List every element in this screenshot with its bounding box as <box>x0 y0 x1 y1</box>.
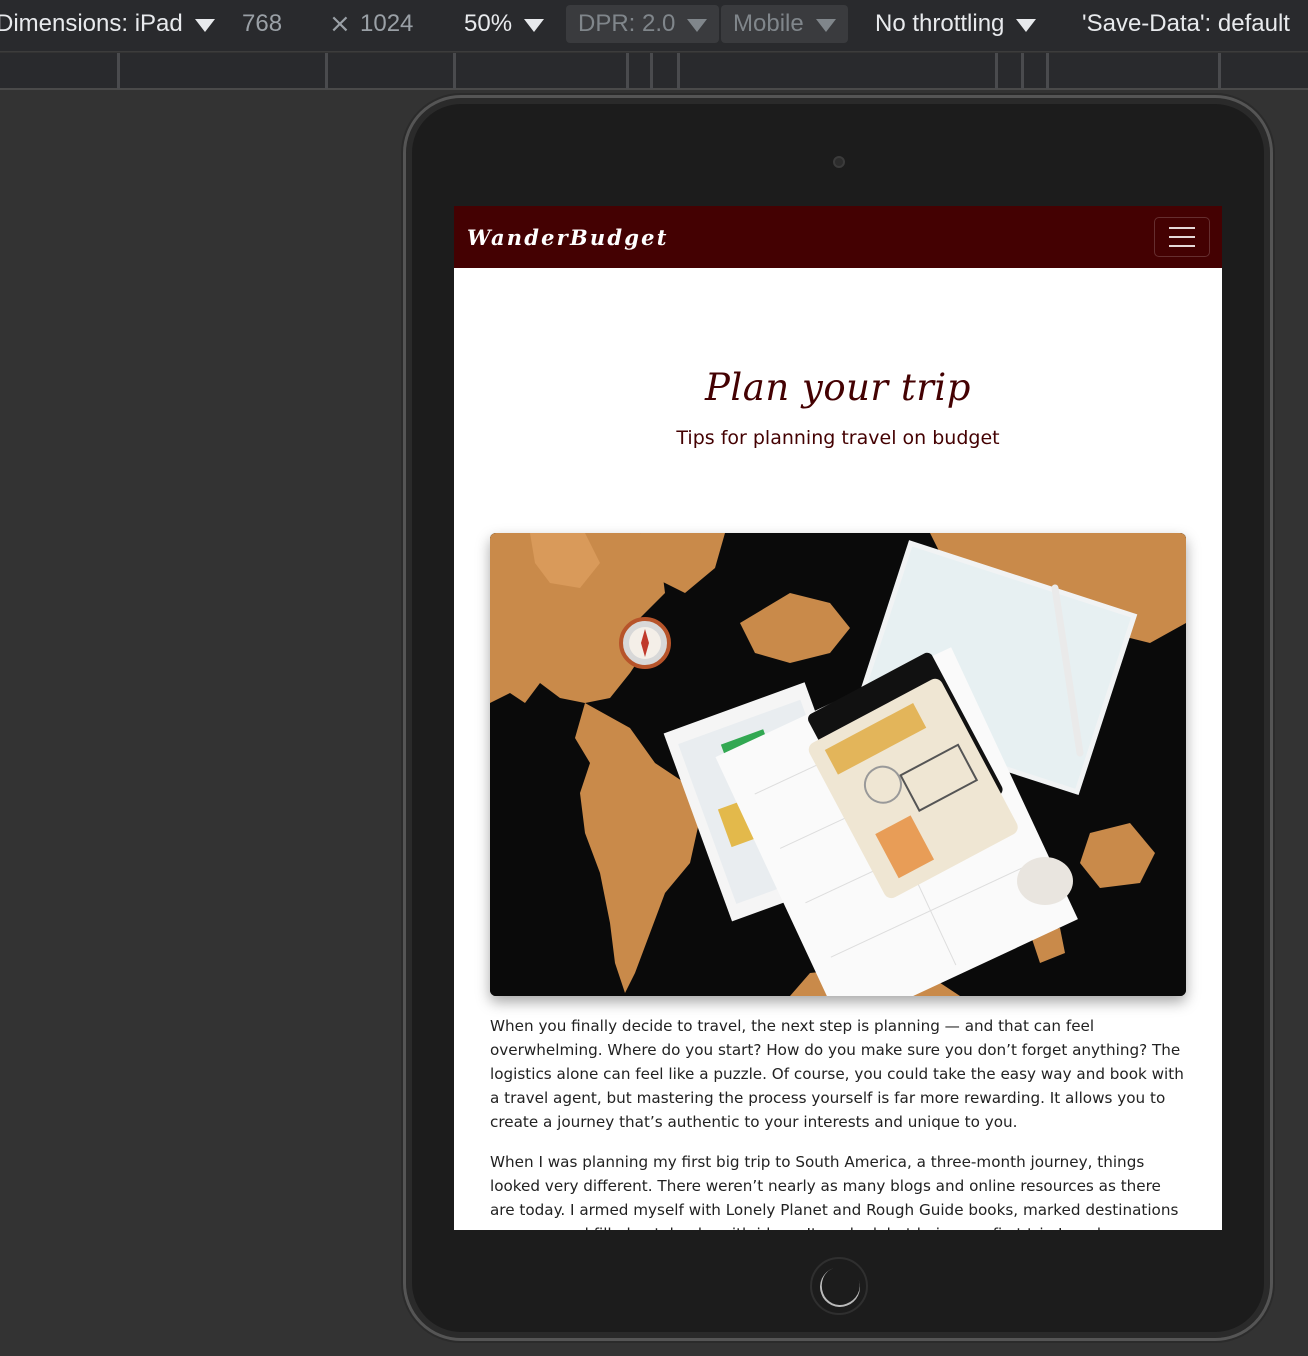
emulated-viewport: WanderBudget Plan your trip Tips for pla… <box>454 206 1222 1230</box>
dpr-dropdown[interactable]: DPR: 2.0 <box>566 5 720 43</box>
zoom-dropdown[interactable]: 50% <box>464 5 545 43</box>
hamburger-line <box>1169 245 1195 247</box>
hero-section: Plan your trip Tips for planning travel … <box>454 268 1222 449</box>
ruler-tick <box>117 53 120 89</box>
travel-planning-photo <box>490 533 1186 996</box>
hamburger-menu-icon <box>1169 227 1195 229</box>
zoom-label: 50% <box>464 10 513 37</box>
hamburger-line <box>1169 236 1195 238</box>
chevron-down-icon <box>194 19 215 32</box>
chevron-down-icon <box>1016 19 1037 32</box>
ruler-tick <box>1218 53 1221 89</box>
device-toolbar: Dimensions: iPad 768 × 1024 50% DPR: 2.0… <box>0 0 1308 52</box>
page-subtitle: Tips for planning travel on budget <box>676 427 1000 449</box>
width-value: 768 <box>242 10 283 37</box>
article-paragraph: When I was planning my first big trip to… <box>490 1153 1179 1230</box>
dimensions-label: Dimensions: iPad <box>0 10 183 37</box>
dpr-label: DPR: 2.0 <box>578 10 676 37</box>
times-icon: × <box>329 5 351 43</box>
article-body: When you finally decide to travel, the n… <box>490 1014 1186 1230</box>
ruler-tick <box>453 53 456 89</box>
world-map-illustration <box>490 533 1186 996</box>
throttling-dropdown[interactable]: No throttling <box>875 5 1037 43</box>
device-type-dropdown[interactable]: Mobile <box>721 5 848 43</box>
site-navbar: WanderBudget <box>454 206 1222 268</box>
height-value: 1024 <box>360 10 414 37</box>
page-title: Plan your trip <box>705 366 971 409</box>
nav-toggle-button[interactable] <box>1154 217 1210 257</box>
article-paragraph: When you finally decide to travel, the n… <box>490 1017 1184 1131</box>
chevron-down-icon <box>524 19 545 32</box>
height-input[interactable]: 1024 <box>360 5 413 43</box>
ruler-tick <box>325 53 328 89</box>
dimensions-dropdown[interactable]: Dimensions: iPad <box>0 5 215 43</box>
ruler-tick <box>1021 53 1024 89</box>
throttling-label: No throttling <box>875 10 1005 37</box>
site-brand-link[interactable]: WanderBudget <box>467 225 669 250</box>
chevron-down-icon <box>815 19 836 32</box>
ruler-tick <box>677 53 680 89</box>
chevron-down-icon <box>687 19 708 32</box>
ruler-tick <box>650 53 653 89</box>
ruler-tick <box>1046 53 1049 89</box>
width-input[interactable]: 768 <box>242 5 282 43</box>
ruler-tick <box>995 53 998 89</box>
ruler-tick <box>626 53 629 89</box>
device-type-label: Mobile <box>733 10 804 37</box>
times-symbol: × <box>329 9 351 39</box>
camera-icon <box>833 156 845 168</box>
save-data-label: 'Save-Data': default <box>1082 10 1290 37</box>
save-data-dropdown[interactable]: 'Save-Data': default <box>1082 5 1290 43</box>
media-query-ruler[interactable] <box>0 53 1308 90</box>
home-button-icon <box>810 1257 868 1315</box>
